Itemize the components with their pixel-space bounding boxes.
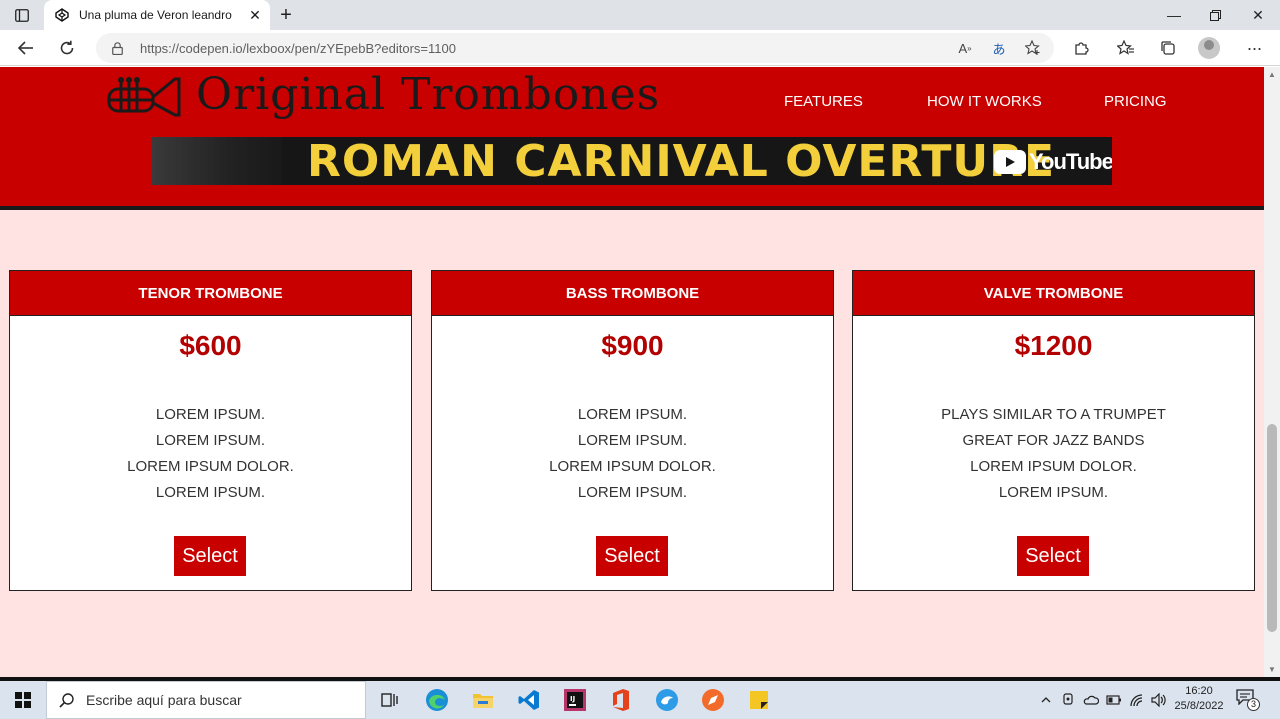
- battery-icon[interactable]: [1105, 681, 1123, 719]
- translate-icon[interactable]: あ: [986, 35, 1012, 61]
- codepen-icon: [54, 7, 70, 23]
- feature-list: PLAYS SIMILAR TO A TRUMPET GREAT FOR JAZ…: [853, 402, 1254, 506]
- volume-icon[interactable]: [1150, 681, 1168, 719]
- office-icon[interactable]: [605, 684, 637, 716]
- collections-icon[interactable]: [1154, 34, 1182, 62]
- wifi-icon[interactable]: [1128, 681, 1146, 719]
- card-price: $600: [179, 330, 242, 361]
- feature-item: LOREM IPSUM.: [577, 406, 688, 423]
- minimize-icon[interactable]: —: [1152, 0, 1196, 30]
- browser-toolbar: https://codepen.io/lexboox/pen/zYEpebB?e…: [0, 30, 1280, 66]
- pricing-card-valve: VALVE TROMBONE $1200 PLAYS SIMILAR TO A …: [852, 270, 1255, 591]
- notifications-icon[interactable]: 3: [1236, 689, 1260, 711]
- address-bar[interactable]: https://codepen.io/lexboox/pen/zYEpebB?e…: [96, 33, 1054, 63]
- video-embed[interactable]: ROMAN CARNIVAL OVERTURE YouTube: [152, 137, 1112, 185]
- avatar[interactable]: [1198, 37, 1220, 59]
- feature-item: LOREM IPSUM DOLOR.: [549, 458, 716, 475]
- restore-icon[interactable]: [1193, 0, 1237, 30]
- pricing-card-tenor: TENOR TROMBONE $600 LOREM IPSUM. LOREM I…: [9, 270, 412, 591]
- feature-item: LOREM IPSUM DOLOR.: [127, 458, 294, 475]
- task-view-icon[interactable]: [374, 684, 406, 716]
- svg-text:IJ: IJ: [570, 695, 575, 703]
- scroll-thumb[interactable]: [1267, 424, 1277, 632]
- back-icon[interactable]: [12, 34, 40, 62]
- edge-icon[interactable]: [421, 684, 453, 716]
- site-header: Original Trombones FEATURES HOW IT WORKS…: [0, 67, 1264, 206]
- scroll-down-icon[interactable]: ▼: [1268, 665, 1276, 674]
- favorites-icon[interactable]: [1112, 34, 1140, 62]
- youtube-logo[interactable]: YouTube: [994, 149, 1112, 175]
- feature-item: LOREM IPSUM.: [155, 406, 266, 423]
- system-clock[interactable]: 16:20 25/8/2022: [1170, 684, 1228, 714]
- feature-item: LOREM IPSUM.: [155, 484, 266, 501]
- select-button-valve[interactable]: Select: [1017, 536, 1089, 576]
- card-title: TENOR TROMBONE: [10, 271, 411, 316]
- feature-item: LOREM IPSUM.: [577, 432, 688, 449]
- card-title: VALVE TROMBONE: [853, 271, 1254, 316]
- feature-item: GREAT FOR JAZZ BANDS: [962, 432, 1145, 449]
- nav-link-how-it-works[interactable]: HOW IT WORKS: [927, 93, 1042, 110]
- pricing-card-bass: BASS TROMBONE $900 LOREM IPSUM. LOREM IP…: [431, 270, 834, 591]
- favorite-add-icon[interactable]: [1020, 35, 1046, 61]
- feature-item: LOREM IPSUM.: [155, 432, 266, 449]
- feature-list: LOREM IPSUM. LOREM IPSUM. LOREM IPSUM DO…: [432, 402, 833, 506]
- nav-link-pricing[interactable]: PRICING: [1104, 93, 1167, 110]
- trumpet-logo-icon[interactable]: [105, 73, 183, 121]
- close-window-icon[interactable]: ✕: [1236, 0, 1280, 30]
- taskbar: Escribe aquí para buscar IJ 16:20 25/8/2…: [0, 681, 1280, 719]
- scroll-up-icon[interactable]: ▲: [1268, 70, 1276, 79]
- clock-date: 25/8/2022: [1174, 700, 1224, 712]
- video-title: ROMAN CARNIVAL OVERTURE: [307, 137, 1056, 186]
- select-button-bass[interactable]: Select: [596, 536, 668, 576]
- url-text[interactable]: https://codepen.io/lexboox/pen/zYEpebB?e…: [140, 41, 952, 56]
- lock-icon[interactable]: [112, 41, 126, 55]
- page-viewport: Original Trombones FEATURES HOW IT WORKS…: [0, 67, 1264, 677]
- app-compass-icon[interactable]: [697, 684, 729, 716]
- page-scrollbar[interactable]: ▲ ▼: [1264, 67, 1280, 677]
- app-bird-icon[interactable]: [651, 684, 683, 716]
- feature-item: LOREM IPSUM.: [577, 484, 688, 501]
- browser-tab[interactable]: Una pluma de Veron leandro ✕: [44, 0, 270, 30]
- nav-link-features[interactable]: FEATURES: [784, 93, 863, 110]
- extensions-icon[interactable]: [1067, 34, 1095, 62]
- feature-list: LOREM IPSUM. LOREM IPSUM. LOREM IPSUM DO…: [10, 402, 411, 506]
- card-price: $900: [601, 330, 664, 361]
- youtube-wordmark: YouTube: [1029, 149, 1112, 174]
- refresh-icon[interactable]: [53, 34, 81, 62]
- card-title: BASS TROMBONE: [432, 271, 833, 316]
- jetbrains-icon[interactable]: IJ: [559, 684, 591, 716]
- windows-start-icon[interactable]: [0, 681, 46, 719]
- sticky-notes-icon[interactable]: [743, 684, 775, 716]
- search-icon: [59, 692, 74, 708]
- card-price: $1200: [1014, 330, 1093, 361]
- search-placeholder[interactable]: Escribe aquí para buscar: [86, 692, 242, 708]
- show-hidden-icons-icon[interactable]: [1038, 681, 1054, 719]
- feature-item: LOREM IPSUM.: [998, 484, 1109, 501]
- onedrive-icon[interactable]: [1082, 681, 1100, 719]
- select-button-tenor[interactable]: Select: [174, 536, 246, 576]
- clock-time: 16:20: [1185, 685, 1213, 697]
- close-icon[interactable]: ✕: [244, 4, 266, 26]
- file-explorer-icon[interactable]: [467, 684, 499, 716]
- vscode-icon[interactable]: [513, 684, 545, 716]
- tab-title: Una pluma de Veron leandro: [79, 8, 232, 22]
- play-icon: [994, 150, 1026, 174]
- feature-item: LOREM IPSUM DOLOR.: [970, 458, 1137, 475]
- taskbar-search-box[interactable]: Escribe aquí para buscar: [46, 681, 366, 719]
- more-icon[interactable]: ···: [1240, 34, 1268, 62]
- plus-icon[interactable]: +: [274, 3, 298, 27]
- video-thumbnail: [152, 137, 282, 185]
- brand-title[interactable]: Original Trombones: [196, 69, 660, 120]
- sidebar-icon[interactable]: [8, 3, 36, 27]
- notification-count: 3: [1247, 698, 1260, 711]
- tab-bar: Una pluma de Veron leandro ✕ + — ✕: [0, 0, 1280, 30]
- meet-now-icon[interactable]: [1060, 681, 1078, 719]
- read-aloud-icon[interactable]: A»: [952, 35, 978, 61]
- feature-item: PLAYS SIMILAR TO A TRUMPET: [941, 406, 1166, 423]
